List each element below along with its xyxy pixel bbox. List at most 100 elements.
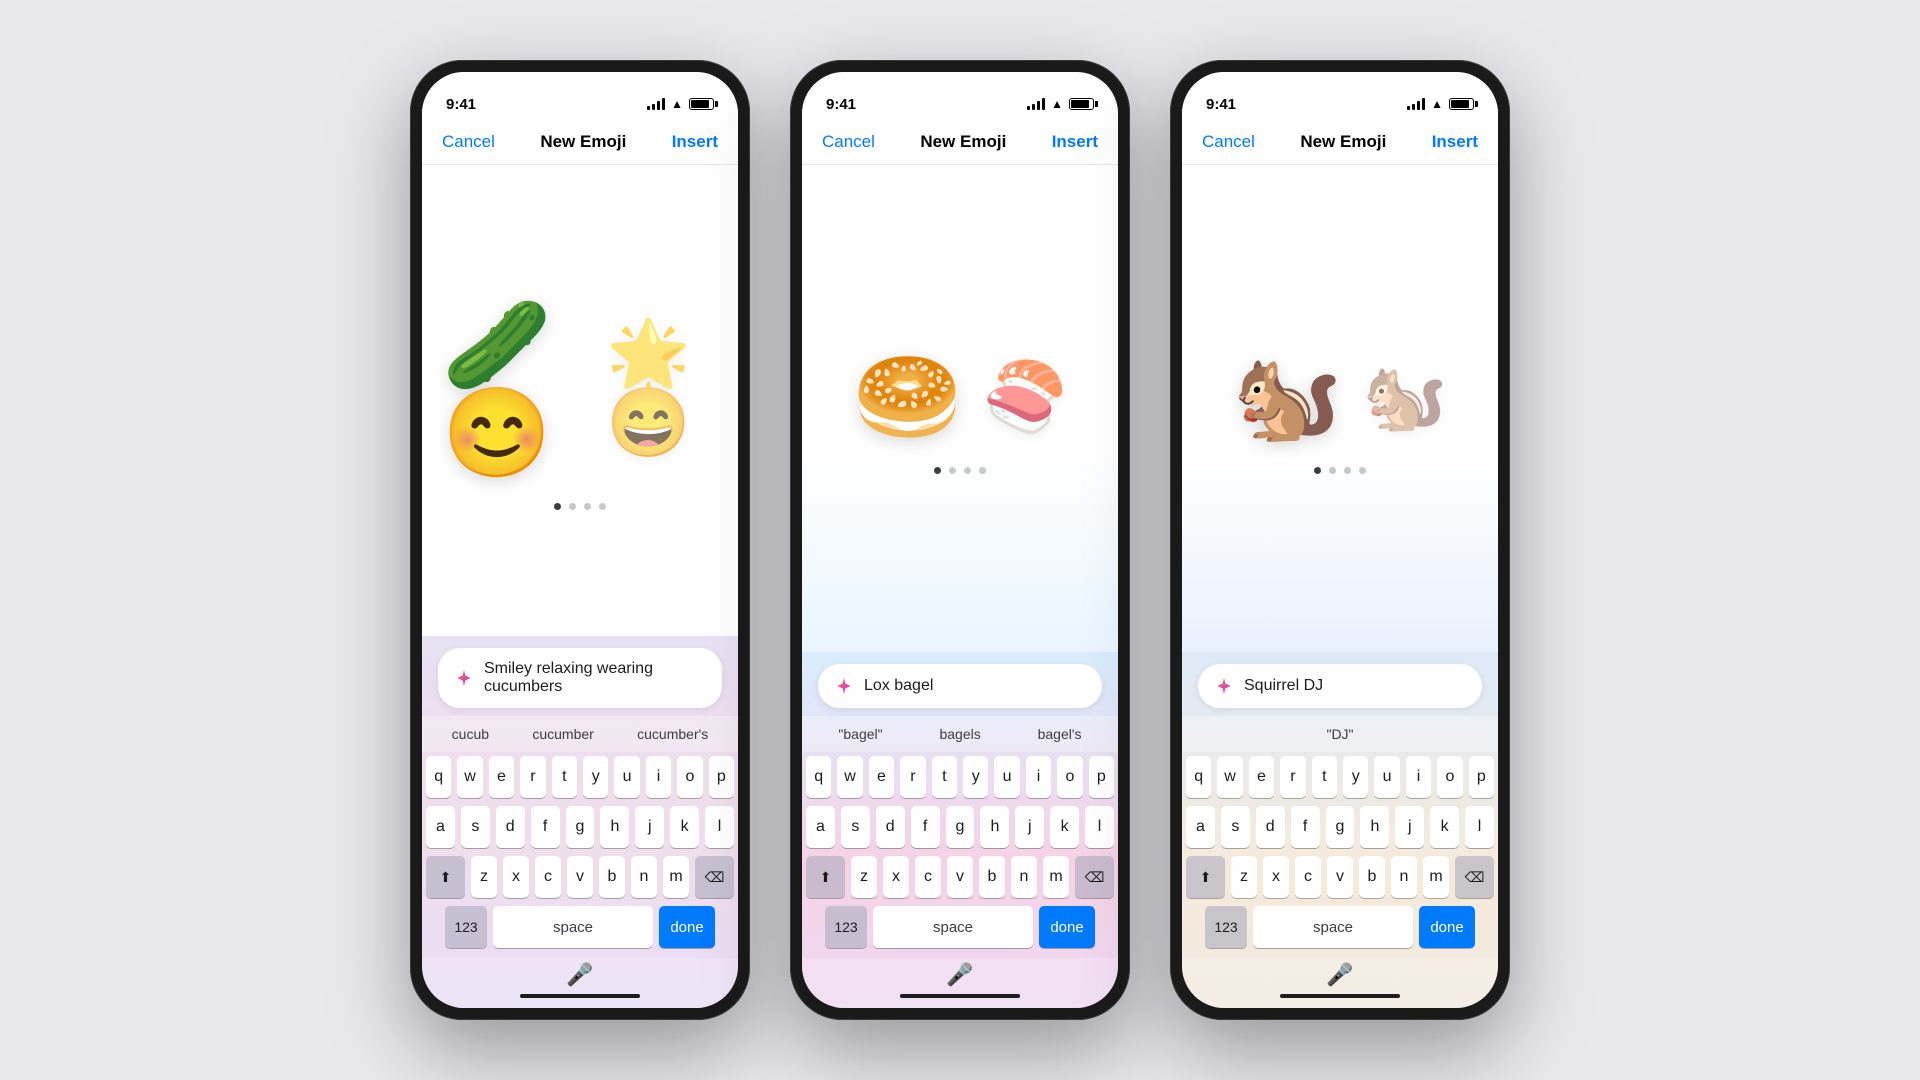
key-l-1[interactable]: l [705,806,734,848]
key-e-1[interactable]: e [489,756,514,798]
key-q-1[interactable]: q [426,756,451,798]
dot-3-2[interactable] [1329,467,1336,474]
key-q-3[interactable]: q [1186,756,1211,798]
mic-icon-2[interactable]: 🎤 [946,962,973,988]
key-a-1[interactable]: a [426,806,455,848]
dot-2-2[interactable] [949,467,956,474]
dot-1-3[interactable] [584,503,591,510]
cancel-button-2[interactable]: Cancel [822,132,875,152]
key-y-3[interactable]: y [1343,756,1368,798]
key-r-1[interactable]: r [520,756,545,798]
key-h-3[interactable]: h [1360,806,1389,848]
key-k-1[interactable]: k [670,806,699,848]
key-c-1[interactable]: c [535,856,561,898]
key-i-1[interactable]: i [646,756,671,798]
key-o-3[interactable]: o [1437,756,1462,798]
key-space-1[interactable]: space [493,906,653,948]
mic-icon-1[interactable]: 🎤 [566,962,593,988]
key-v-1[interactable]: v [567,856,593,898]
key-v-3[interactable]: v [1327,856,1353,898]
dot-2-1[interactable] [934,467,941,474]
key-nums-3[interactable]: 123 [1205,906,1247,948]
key-c-2[interactable]: c [915,856,941,898]
key-d-1[interactable]: d [496,806,525,848]
key-f-2[interactable]: f [911,806,940,848]
autocorrect-2-1[interactable]: "bagel" [830,722,890,746]
autocorrect-2-3[interactable]: bagel's [1030,722,1090,746]
insert-button-2[interactable]: Insert [1052,132,1098,152]
key-w-1[interactable]: w [457,756,482,798]
emoji-secondary-1[interactable]: 🌟😄 [606,321,718,457]
key-s-1[interactable]: s [461,806,490,848]
key-j-3[interactable]: j [1395,806,1424,848]
key-z-3[interactable]: z [1231,856,1257,898]
key-g-3[interactable]: g [1326,806,1355,848]
autocorrect-1-3[interactable]: cucumber's [629,722,716,746]
emoji-secondary-3[interactable]: 🐿️ [1362,363,1447,431]
key-o-2[interactable]: o [1057,756,1082,798]
key-k-3[interactable]: k [1430,806,1459,848]
key-delete-1[interactable]: ⌫ [695,856,734,898]
mic-icon-3[interactable]: 🎤 [1326,962,1353,988]
key-w-3[interactable]: w [1217,756,1242,798]
emoji-main-1[interactable]: 🥒😊 [442,301,586,477]
cancel-button-1[interactable]: Cancel [442,132,495,152]
key-q-2[interactable]: q [806,756,831,798]
key-a-2[interactable]: a [806,806,835,848]
key-x-1[interactable]: x [503,856,529,898]
key-m-2[interactable]: m [1043,856,1069,898]
dot-1-1[interactable] [554,503,561,510]
key-space-3[interactable]: space [1253,906,1413,948]
key-b-2[interactable]: b [979,856,1005,898]
key-f-3[interactable]: f [1291,806,1320,848]
key-done-2[interactable]: done [1039,906,1095,948]
key-p-2[interactable]: p [1089,756,1114,798]
key-d-2[interactable]: d [876,806,905,848]
key-t-3[interactable]: t [1312,756,1337,798]
key-z-2[interactable]: z [851,856,877,898]
key-t-1[interactable]: t [552,756,577,798]
key-delete-3[interactable]: ⌫ [1455,856,1494,898]
dot-3-1[interactable] [1314,467,1321,474]
emoji-main-2[interactable]: 🥯 [853,353,963,441]
key-w-2[interactable]: w [837,756,862,798]
key-r-3[interactable]: r [1280,756,1305,798]
key-j-1[interactable]: j [635,806,664,848]
key-g-1[interactable]: g [566,806,595,848]
dot-1-2[interactable] [569,503,576,510]
key-c-3[interactable]: c [1295,856,1321,898]
key-shift-2[interactable]: ⬆ [806,856,845,898]
key-shift-1[interactable]: ⬆ [426,856,465,898]
key-z-1[interactable]: z [471,856,497,898]
key-u-1[interactable]: u [614,756,639,798]
autocorrect-1-2[interactable]: cucumber [524,722,601,746]
key-h-2[interactable]: h [980,806,1009,848]
key-o-1[interactable]: o [677,756,702,798]
key-v-2[interactable]: v [947,856,973,898]
key-i-3[interactable]: i [1406,756,1431,798]
insert-button-1[interactable]: Insert [672,132,718,152]
dot-2-3[interactable] [964,467,971,474]
key-d-3[interactable]: d [1256,806,1285,848]
key-n-2[interactable]: n [1011,856,1037,898]
key-m-3[interactable]: m [1423,856,1449,898]
key-l-2[interactable]: l [1085,806,1114,848]
key-y-1[interactable]: y [583,756,608,798]
key-a-3[interactable]: a [1186,806,1215,848]
search-field-2[interactable]: Lox bagel [818,664,1102,708]
dot-2-4[interactable] [979,467,986,474]
autocorrect-3-1[interactable]: "DJ" [1318,722,1361,746]
key-u-3[interactable]: u [1374,756,1399,798]
insert-button-3[interactable]: Insert [1432,132,1478,152]
key-nums-1[interactable]: 123 [445,906,487,948]
dot-1-4[interactable] [599,503,606,510]
key-b-3[interactable]: b [1359,856,1385,898]
key-x-3[interactable]: x [1263,856,1289,898]
key-f-1[interactable]: f [531,806,560,848]
key-g-2[interactable]: g [946,806,975,848]
key-space-2[interactable]: space [873,906,1033,948]
key-delete-2[interactable]: ⌫ [1075,856,1114,898]
key-p-1[interactable]: p [709,756,734,798]
key-done-3[interactable]: done [1419,906,1475,948]
key-e-2[interactable]: e [869,756,894,798]
